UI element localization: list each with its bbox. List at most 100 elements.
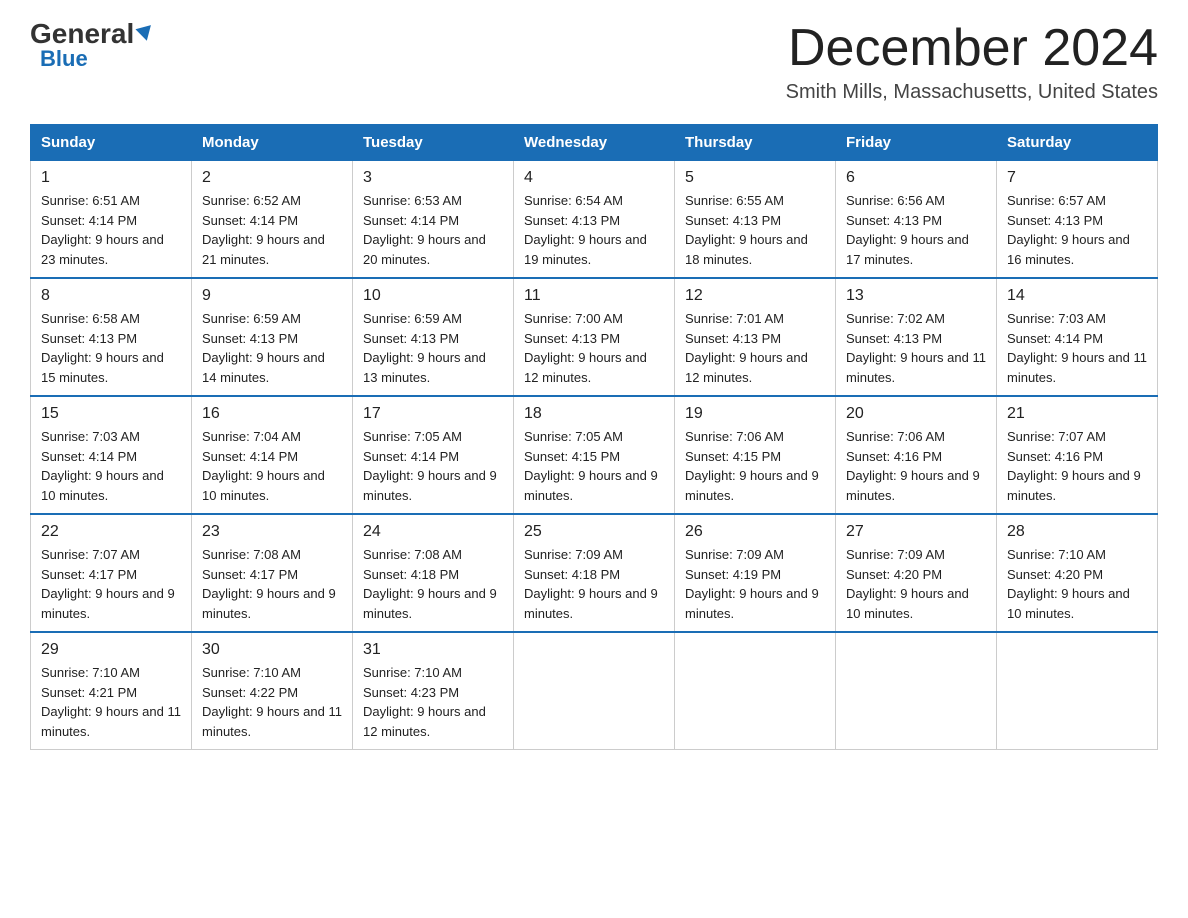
location-subtitle: Smith Mills, Massachusetts, United State… [786,81,1158,104]
calendar-cell: 4 Sunrise: 6:54 AMSunset: 4:13 PMDaylight… [514,160,675,278]
calendar-cell: 10 Sunrise: 6:59 AMSunset: 4:13 PMDayligh… [353,278,514,396]
day-number: 31 [363,641,503,659]
calendar-cell: 31Sunrise: 7:10 AMSunset: 4:23 PMDayligh… [353,632,514,750]
day-number: 25 [524,523,664,541]
weekday-header-thursday: Thursday [675,125,836,160]
day-info: Sunrise: 7:10 AMSunset: 4:22 PMDaylight:… [202,663,342,741]
calendar-cell: 19 Sunrise: 7:06 AMSunset: 4:15 PMDayligh… [675,396,836,514]
day-number: 26 [685,523,825,541]
calendar-cell: 26 Sunrise: 7:09 AMSunset: 4:19 PMDayligh… [675,514,836,632]
day-info: Sunrise: 6:58 AMSunset: 4:13 PMDaylight:… [41,309,181,387]
weekday-header-wednesday: Wednesday [514,125,675,160]
day-info: Sunrise: 6:59 AMSunset: 4:13 PMDaylight:… [202,309,342,387]
calendar-cell: 21 Sunrise: 7:07 AMSunset: 4:16 PMDayligh… [997,396,1158,514]
day-info: Sunrise: 6:59 AMSunset: 4:13 PMDaylight:… [363,309,503,387]
weekday-header-tuesday: Tuesday [353,125,514,160]
day-info: Sunrise: 6:54 AMSunset: 4:13 PMDaylight:… [524,191,664,269]
day-info: Sunrise: 7:09 AMSunset: 4:20 PMDaylight:… [846,545,986,623]
page-header: General Blue December 2024 Smith Mills, … [30,20,1158,104]
day-number: 20 [846,405,986,423]
calendar-cell: 2 Sunrise: 6:52 AMSunset: 4:14 PMDaylight… [192,160,353,278]
weekday-header-sunday: Sunday [31,125,192,160]
calendar-cell: 22 Sunrise: 7:07 AMSunset: 4:17 PMDayligh… [31,514,192,632]
day-number: 1 [41,169,181,187]
calendar-cell: 3 Sunrise: 6:53 AMSunset: 4:14 PMDaylight… [353,160,514,278]
day-info: Sunrise: 7:00 AMSunset: 4:13 PMDaylight:… [524,309,664,387]
day-info: Sunrise: 6:51 AMSunset: 4:14 PMDaylight:… [41,191,181,269]
day-info: Sunrise: 7:04 AMSunset: 4:14 PMDaylight:… [202,427,342,505]
day-number: 21 [1007,405,1147,423]
day-info: Sunrise: 7:10 AMSunset: 4:20 PMDaylight:… [1007,545,1147,623]
calendar-cell [836,632,997,750]
day-info: Sunrise: 7:01 AMSunset: 4:13 PMDaylight:… [685,309,825,387]
day-number: 3 [363,169,503,187]
day-info: Sunrise: 7:08 AMSunset: 4:18 PMDaylight:… [363,545,503,623]
day-info: Sunrise: 6:55 AMSunset: 4:13 PMDaylight:… [685,191,825,269]
day-number: 27 [846,523,986,541]
calendar-cell: 23Sunrise: 7:08 AMSunset: 4:17 PMDayligh… [192,514,353,632]
calendar-week-row: 1 Sunrise: 6:51 AMSunset: 4:14 PMDaylight… [31,160,1158,278]
calendar-cell: 30 Sunrise: 7:10 AMSunset: 4:22 PMDayligh… [192,632,353,750]
calendar-cell [514,632,675,750]
title-block: December 2024 Smith Mills, Massachusetts… [786,20,1158,104]
calendar-cell: 12Sunrise: 7:01 AMSunset: 4:13 PMDayligh… [675,278,836,396]
day-info: Sunrise: 7:05 AMSunset: 4:15 PMDaylight:… [524,427,664,505]
calendar-week-row: 15 Sunrise: 7:03 AMSunset: 4:14 PMDayligh… [31,396,1158,514]
calendar-week-row: 8Sunrise: 6:58 AMSunset: 4:13 PMDaylight… [31,278,1158,396]
calendar-cell: 15 Sunrise: 7:03 AMSunset: 4:14 PMDayligh… [31,396,192,514]
day-info: Sunrise: 7:06 AMSunset: 4:16 PMDaylight:… [846,427,986,505]
calendar-week-row: 29 Sunrise: 7:10 AMSunset: 4:21 PMDayligh… [31,632,1158,750]
day-number: 19 [685,405,825,423]
logo: General Blue [30,20,153,70]
day-info: Sunrise: 7:03 AMSunset: 4:14 PMDaylight:… [1007,309,1147,387]
calendar-table: SundayMondayTuesdayWednesdayThursdayFrid… [30,124,1158,750]
calendar-cell: 7 Sunrise: 6:57 AMSunset: 4:13 PMDaylight… [997,160,1158,278]
day-number: 7 [1007,169,1147,187]
calendar-cell: 29 Sunrise: 7:10 AMSunset: 4:21 PMDayligh… [31,632,192,750]
calendar-cell: 27 Sunrise: 7:09 AMSunset: 4:20 PMDayligh… [836,514,997,632]
day-number: 22 [41,523,181,541]
calendar-cell: 25Sunrise: 7:09 AMSunset: 4:18 PMDayligh… [514,514,675,632]
day-info: Sunrise: 6:56 AMSunset: 4:13 PMDaylight:… [846,191,986,269]
day-number: 29 [41,641,181,659]
day-number: 28 [1007,523,1147,541]
calendar-cell: 18 Sunrise: 7:05 AMSunset: 4:15 PMDayligh… [514,396,675,514]
day-info: Sunrise: 6:52 AMSunset: 4:14 PMDaylight:… [202,191,342,269]
day-info: Sunrise: 7:07 AMSunset: 4:16 PMDaylight:… [1007,427,1147,505]
day-number: 17 [363,405,503,423]
logo-triangle-icon [136,25,155,43]
day-info: Sunrise: 7:06 AMSunset: 4:15 PMDaylight:… [685,427,825,505]
day-info: Sunrise: 6:53 AMSunset: 4:14 PMDaylight:… [363,191,503,269]
day-info: Sunrise: 7:08 AMSunset: 4:17 PMDaylight:… [202,545,342,623]
day-info: Sunrise: 7:03 AMSunset: 4:14 PMDaylight:… [41,427,181,505]
day-number: 14 [1007,287,1147,305]
day-number: 9 [202,287,342,305]
day-number: 6 [846,169,986,187]
day-info: Sunrise: 7:09 AMSunset: 4:19 PMDaylight:… [685,545,825,623]
day-number: 18 [524,405,664,423]
calendar-cell: 14 Sunrise: 7:03 AMSunset: 4:14 PMDayligh… [997,278,1158,396]
day-info: Sunrise: 7:02 AMSunset: 4:13 PMDaylight:… [846,309,986,387]
calendar-cell: 11 Sunrise: 7:00 AMSunset: 4:13 PMDayligh… [514,278,675,396]
day-info: Sunrise: 7:07 AMSunset: 4:17 PMDaylight:… [41,545,181,623]
day-info: Sunrise: 6:57 AMSunset: 4:13 PMDaylight:… [1007,191,1147,269]
weekday-header-monday: Monday [192,125,353,160]
day-number: 15 [41,405,181,423]
day-number: 11 [524,287,664,305]
day-number: 10 [363,287,503,305]
calendar-cell: 13Sunrise: 7:02 AMSunset: 4:13 PMDayligh… [836,278,997,396]
calendar-cell: 8Sunrise: 6:58 AMSunset: 4:13 PMDaylight… [31,278,192,396]
weekday-header-saturday: Saturday [997,125,1158,160]
calendar-cell: 24Sunrise: 7:08 AMSunset: 4:18 PMDayligh… [353,514,514,632]
day-info: Sunrise: 7:10 AMSunset: 4:21 PMDaylight:… [41,663,181,741]
day-number: 30 [202,641,342,659]
calendar-week-row: 22 Sunrise: 7:07 AMSunset: 4:17 PMDayligh… [31,514,1158,632]
calendar-cell: 1 Sunrise: 6:51 AMSunset: 4:14 PMDaylight… [31,160,192,278]
logo-general-text: General [30,20,153,48]
day-number: 2 [202,169,342,187]
calendar-cell: 20 Sunrise: 7:06 AMSunset: 4:16 PMDayligh… [836,396,997,514]
month-title: December 2024 [786,20,1158,77]
weekday-header-friday: Friday [836,125,997,160]
calendar-cell: 28 Sunrise: 7:10 AMSunset: 4:20 PMDayligh… [997,514,1158,632]
day-number: 4 [524,169,664,187]
